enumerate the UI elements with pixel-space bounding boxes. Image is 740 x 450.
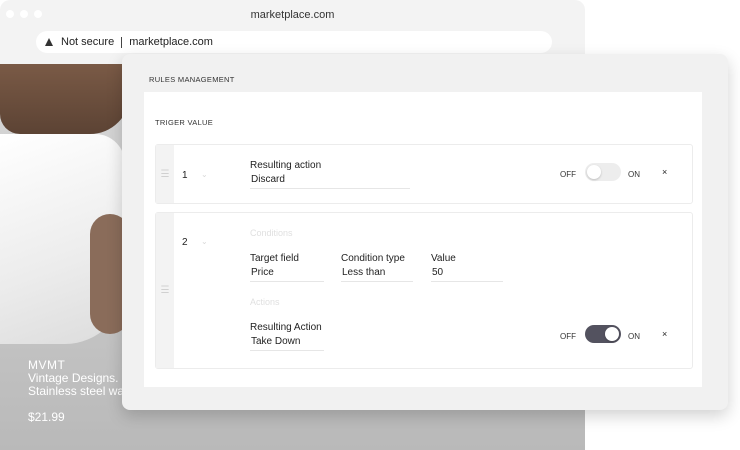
modal-title: RULES MANAGEMENT <box>149 75 235 84</box>
field-value[interactable]: Take Down <box>250 336 324 351</box>
toggle-on-label: ON <box>628 170 640 179</box>
field-label: Condition type <box>341 253 405 264</box>
address-bar[interactable]: Not secure marketplace.com <box>36 31 552 53</box>
actions-heading: Actions <box>250 297 280 307</box>
resulting-action-field[interactable]: Resulting Action Take Down <box>250 322 324 351</box>
url-text[interactable]: marketplace.com <box>129 36 213 48</box>
product-price: $21.99 <box>28 410 65 424</box>
toggle-knob <box>587 165 601 179</box>
condition-type-field[interactable]: Condition type Less than <box>341 253 413 282</box>
field-value[interactable]: 50 <box>431 267 503 282</box>
chevron-down-icon[interactable]: ⌄ <box>201 237 208 246</box>
rules-modal: RULES MANAGEMENT TRIGER VALUE ☰ 1 ⌄ Resu… <box>122 54 728 410</box>
warning-triangle-icon <box>45 38 53 46</box>
drag-handle-icon[interactable]: ☰ <box>156 145 174 203</box>
value-field[interactable]: Value 50 <box>431 253 503 282</box>
field-label: Resulting Action <box>250 322 322 333</box>
field-label: Resulting action <box>250 160 322 171</box>
target-field-field[interactable]: Target field Price <box>250 253 324 282</box>
toggle-knob <box>605 327 619 341</box>
product-description: Vintage Designs. Stainless steel wa <box>28 372 124 398</box>
toggle-off-label: OFF <box>560 170 576 179</box>
field-label: Target field <box>250 253 299 264</box>
close-icon[interactable]: × <box>662 167 667 177</box>
drag-handle-icon[interactable]: ☰ <box>156 213 174 368</box>
security-label[interactable]: Not secure <box>61 36 114 48</box>
resulting-action-field[interactable]: Resulting action Discard <box>250 160 410 189</box>
field-label: Value <box>431 253 456 264</box>
rule-index: 2 <box>182 237 188 248</box>
conditions-heading: Conditions <box>250 228 293 238</box>
rule-card-1: ☰ 1 ⌄ Resulting action Discard OFF ON × <box>155 144 693 204</box>
product-description-text: Vintage Designs. Stainless steel wa <box>28 371 125 398</box>
field-value[interactable]: Less than <box>341 267 413 282</box>
rule-index: 1 <box>182 170 188 181</box>
rule-toggle[interactable] <box>585 163 621 181</box>
product-brand: MVMT <box>28 358 66 372</box>
field-value[interactable]: Discard <box>250 174 410 189</box>
toggle-on-label: ON <box>628 332 640 341</box>
address-divider <box>121 36 123 48</box>
rules-panel: TRIGER VALUE ☰ 1 ⌄ Resulting action Disc… <box>144 92 702 387</box>
trigger-value-label: TRIGER VALUE <box>155 118 214 127</box>
toggle-off-label: OFF <box>560 332 576 341</box>
close-icon[interactable]: × <box>662 329 667 339</box>
field-value[interactable]: Price <box>250 267 324 282</box>
window-title: marketplace.com <box>250 9 335 21</box>
chevron-down-icon[interactable]: ⌄ <box>201 170 208 179</box>
watch-strap-shape <box>0 64 130 134</box>
rule-card-2: ☰ 2 ⌄ Conditions Target field Price Cond… <box>155 212 693 369</box>
rule-toggle[interactable] <box>585 325 621 343</box>
